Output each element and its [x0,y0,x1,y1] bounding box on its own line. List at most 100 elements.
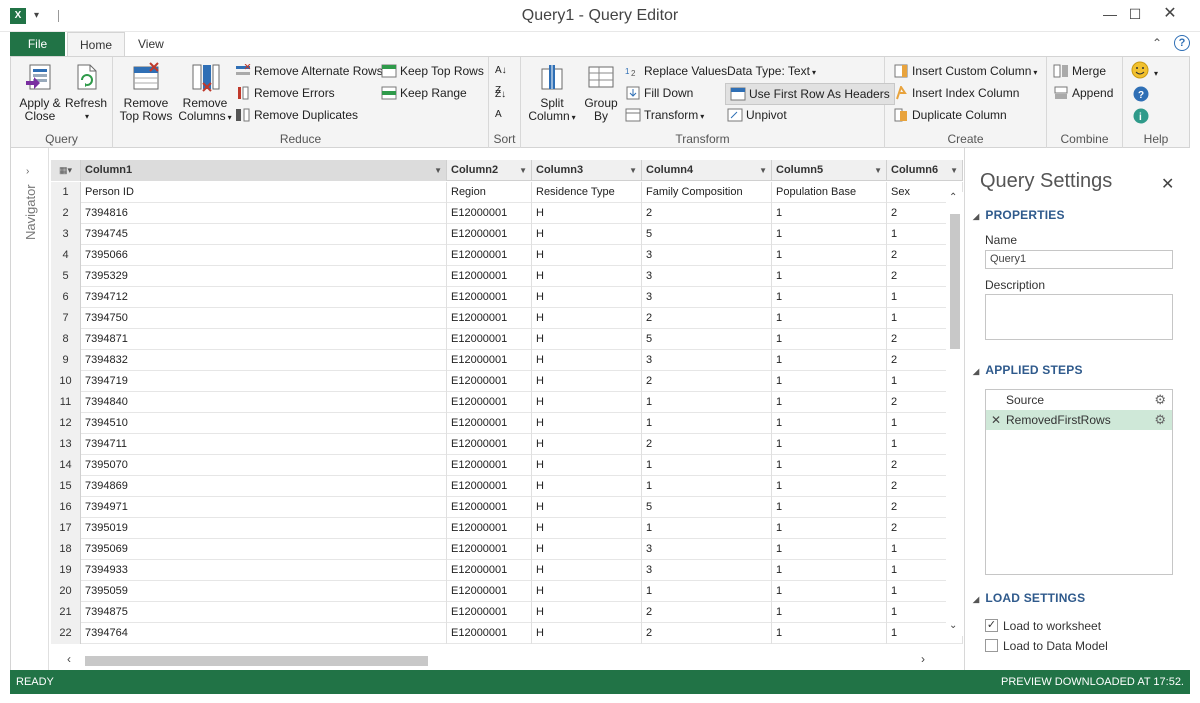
table-cell[interactable]: H [532,413,642,434]
table-cell[interactable]: E12000001 [447,245,532,266]
load-settings-section-title[interactable]: ◢ LOAD SETTINGS [973,591,1085,605]
column-header-1[interactable]: Column1 ▼ [81,160,447,181]
table-cell[interactable]: 1 [642,413,772,434]
table-cell[interactable]: E12000001 [447,581,532,602]
minimize-button[interactable]: — [1098,4,1122,24]
table-cell[interactable]: E12000001 [447,497,532,518]
table-cell[interactable]: 3 [642,245,772,266]
table-cell[interactable]: 2 [642,434,772,455]
keep-range-button[interactable]: Keep Range [381,83,467,103]
keep-top-rows-button[interactable]: Keep Top Rows [381,61,484,81]
table-cell[interactable]: 1 [772,371,887,392]
row-number[interactable]: 14 [51,455,81,476]
split-column-dropdown-icon[interactable]: ▾ [572,113,576,122]
scroll-left-icon[interactable]: ‹ [67,652,71,666]
remove-columns-dropdown-icon[interactable]: ▾ [228,113,232,122]
table-menu-icon[interactable]: ▦▾ [51,160,81,181]
table-cell[interactable]: 7394875 [81,602,447,623]
vertical-scroll-thumb[interactable] [950,214,960,349]
remove-duplicates-button[interactable]: Remove Duplicates [235,105,358,125]
name-input[interactable]: Query1 [985,250,1173,269]
table-cell[interactable]: 1 [772,350,887,371]
table-cell[interactable]: 2 [642,623,772,644]
table-cell[interactable]: Family Composition [642,182,772,203]
table-cell[interactable]: 1 [772,539,887,560]
table-cell[interactable]: 2 [642,602,772,623]
table-cell[interactable]: E12000001 [447,455,532,476]
table-cell[interactable]: 1 [642,392,772,413]
table-cell[interactable]: 7394712 [81,287,447,308]
feedback-dropdown-icon[interactable]: ▾ [1154,69,1158,78]
scroll-down-icon[interactable]: ⌄ [949,620,957,631]
maximize-button[interactable]: ☐ [1123,4,1147,24]
table-cell[interactable]: E12000001 [447,623,532,644]
table-cell[interactable]: H [532,560,642,581]
table-cell[interactable]: H [532,539,642,560]
table-cell[interactable]: 1 [772,581,887,602]
group-by-button[interactable]: Group By [581,61,621,123]
table-cell[interactable]: 1 [772,287,887,308]
table-cell[interactable]: H [532,392,642,413]
vertical-scrollbar[interactable]: ⌃ ⌄ [946,192,963,636]
table-cell[interactable]: E12000001 [447,266,532,287]
step-source[interactable]: Source ⚙ [986,390,1172,410]
duplicate-column-button[interactable]: Duplicate Column [893,105,1007,125]
table-cell[interactable]: 7395066 [81,245,447,266]
table-cell[interactable]: 7394745 [81,224,447,245]
table-cell[interactable]: 7395069 [81,539,447,560]
table-cell[interactable]: E12000001 [447,224,532,245]
table-cell[interactable]: H [532,224,642,245]
data-type-dropdown[interactable]: Data Type: Text ▾ [727,61,816,81]
fill-down-button[interactable]: Fill Down [625,83,693,103]
table-cell[interactable]: E12000001 [447,518,532,539]
column-header-5[interactable]: Column5 ▼ [772,160,887,181]
collapse-ribbon-icon[interactable]: ⌃ [1152,36,1162,50]
table-cell[interactable]: E12000001 [447,476,532,497]
transform-dropdown-icon[interactable]: ▾ [700,112,704,121]
table-cell[interactable]: E12000001 [447,350,532,371]
scroll-right-icon[interactable]: › [921,652,925,666]
table-cell[interactable]: 1 [642,518,772,539]
table-cell[interactable]: E12000001 [447,287,532,308]
row-number[interactable]: 19 [51,560,81,581]
table-cell[interactable]: 1 [772,245,887,266]
table-cell[interactable]: 7394933 [81,560,447,581]
table-cell[interactable]: 1 [772,560,887,581]
table-cell[interactable]: 1 [772,203,887,224]
table-cell[interactable]: 3 [642,287,772,308]
table-cell[interactable]: 1 [772,518,887,539]
table-cell[interactable]: 7394510 [81,413,447,434]
row-number[interactable]: 11 [51,392,81,413]
remove-alternate-rows-button[interactable]: Remove Alternate Rows [235,61,383,81]
info-button[interactable]: i [1133,107,1152,127]
table-cell[interactable]: 1 [772,434,887,455]
insert-index-column-button[interactable]: Insert Index Column [893,83,1019,103]
table-cell[interactable]: 7394764 [81,623,447,644]
table-cell[interactable]: 5 [642,224,772,245]
column-filter-icon[interactable]: ▼ [629,160,637,181]
table-cell[interactable]: 3 [642,539,772,560]
table-cell[interactable]: 1 [642,476,772,497]
horizontal-scrollbar[interactable]: ‹ › [61,652,941,670]
remove-top-rows-button[interactable]: Remove Top Rows [117,61,175,123]
column-header-6[interactable]: Column6 ▼ [887,160,963,181]
table-cell[interactable]: H [532,329,642,350]
row-number[interactable]: 13 [51,434,81,455]
table-cell[interactable]: H [532,602,642,623]
split-column-button[interactable]: Split Column ▾ [525,61,579,124]
table-cell[interactable]: H [532,581,642,602]
column-filter-icon[interactable]: ▼ [874,160,882,181]
table-cell[interactable]: Region [447,182,532,203]
table-cell[interactable]: Residence Type [532,182,642,203]
table-cell[interactable]: E12000001 [447,203,532,224]
table-cell[interactable]: 1 [772,224,887,245]
row-number[interactable]: 7 [51,308,81,329]
feedback-button[interactable]: ▾ [1131,61,1158,81]
table-cell[interactable]: 7394869 [81,476,447,497]
sort-descending-button[interactable]: Z↓ A [495,85,506,120]
column-filter-icon[interactable]: ▼ [434,160,442,181]
row-number[interactable]: 9 [51,350,81,371]
table-cell[interactable]: E12000001 [447,602,532,623]
load-to-data-model-checkbox[interactable] [985,639,998,652]
row-number[interactable]: 16 [51,497,81,518]
